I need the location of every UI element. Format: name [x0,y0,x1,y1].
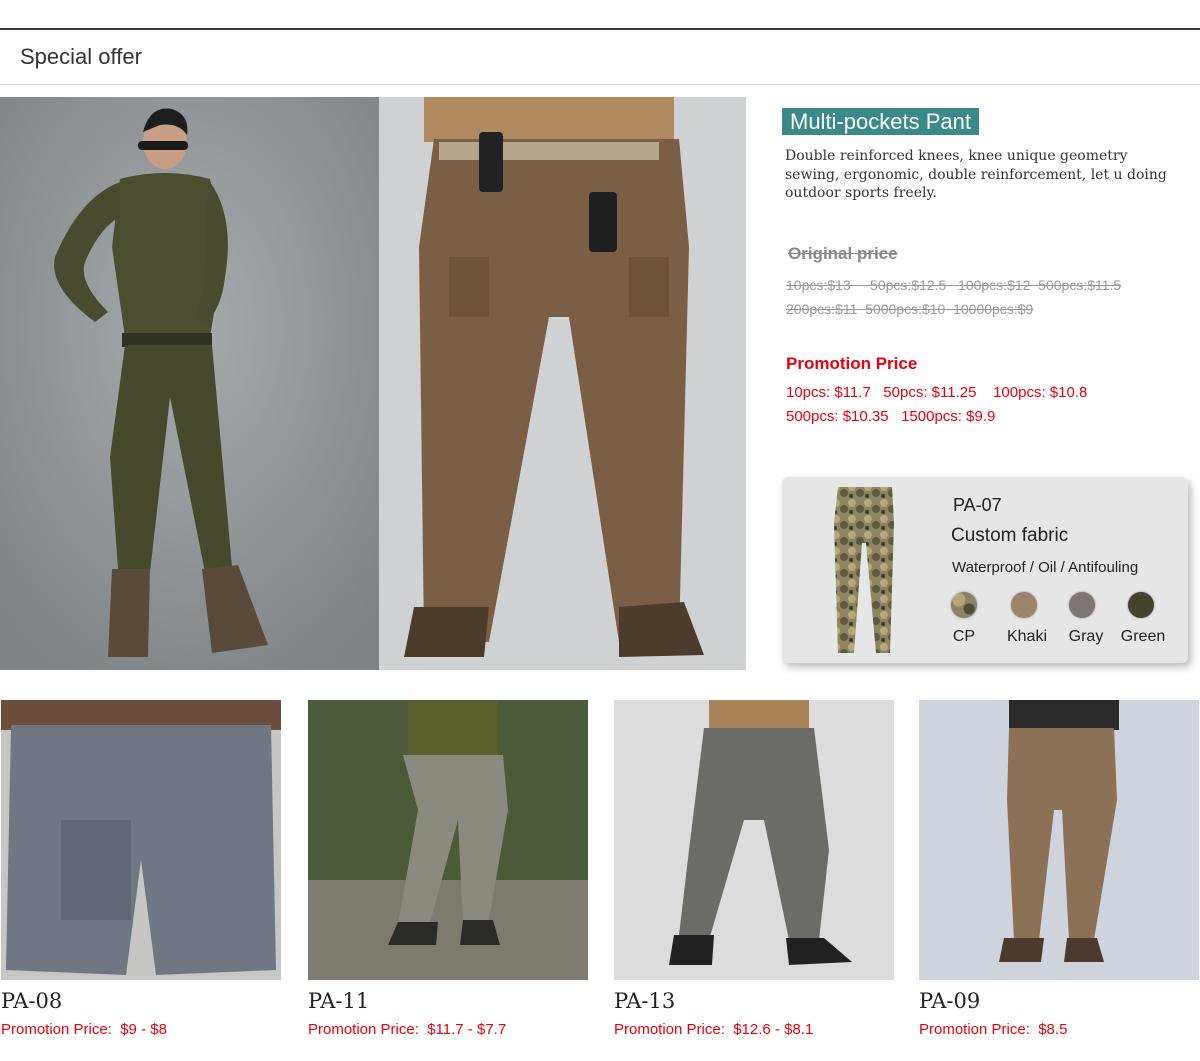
price-value: $11.7 - $7.7 [427,1021,507,1038]
original-price-label: Original price [788,244,898,263]
product-card[interactable]: PA-07 Custom fabric Waterproof / Oil / A… [782,477,1188,663]
main-photo-pants [379,97,746,670]
color-swatch-green[interactable] [1128,592,1154,618]
product-image-pa-08[interactable] [1,700,281,980]
section-divider [0,84,1200,85]
section-title: Special offer [20,44,142,69]
price-label: Promotion Price: [614,1021,725,1038]
promotion-price-line: 10pcs: $11.7 50pcs: $11.25 100pcs: $10.8 [786,384,1088,401]
color-label-cp: CP [952,628,976,645]
product-image-pa-09[interactable] [919,700,1199,980]
product-code-pa-08: PA-08 [1,989,63,1013]
camo-pants-image [832,483,898,657]
color-swatch-khaki[interactable] [1011,592,1037,618]
main-photo-model [0,97,379,670]
original-price-line: 200pcs:$11 5000pcs:$10 10000pcs:$9 [786,301,1034,317]
product-price-pa-08: Promotion Price: $9 - $8 [1,1021,167,1038]
color-swatch-gray[interactable] [1069,592,1095,618]
product-code-pa-11: PA-11 [308,989,370,1013]
price-value: $12.6 - $8.1 [733,1021,814,1038]
promotion-price-line: 500pcs: $10.35 1500pcs: $9.9 [786,408,996,425]
product-price-pa-09: Promotion Price: $8.5 [919,1021,1067,1038]
product-price-pa-13: Promotion Price: $12.6 - $8.1 [614,1021,813,1038]
price-value: $8.5 [1038,1021,1068,1038]
price-label: Promotion Price: [308,1021,419,1038]
price-label: Promotion Price: [919,1021,1030,1038]
promotion-price-label: Promotion Price [786,354,918,373]
top-divider [0,28,1200,30]
product-price-pa-11: Promotion Price: $11.7 - $7.7 [308,1021,506,1038]
card-features: Waterproof / Oil / Antifouling [952,559,1139,576]
product-description: Double reinforced knees, knee unique geo… [785,148,1167,201]
product-image-pa-13[interactable] [614,700,894,980]
product-title: Multi-pockets Pant [782,108,979,135]
product-code-pa-09: PA-09 [919,989,981,1013]
card-fabric: Custom fabric [951,525,1069,546]
product-image-pa-11[interactable] [308,700,588,980]
card-product-code: PA-07 [953,495,1002,515]
color-label-green: Green [1120,628,1166,645]
price-value: $9 - $8 [120,1021,167,1038]
original-price-line: 10pcs:$13 50pcs:$12.5 100pcs:$12 500pcs:… [786,277,1122,293]
price-label: Promotion Price: [1,1021,112,1038]
product-code-pa-13: PA-13 [614,989,676,1013]
color-swatch-cp[interactable] [951,592,977,618]
